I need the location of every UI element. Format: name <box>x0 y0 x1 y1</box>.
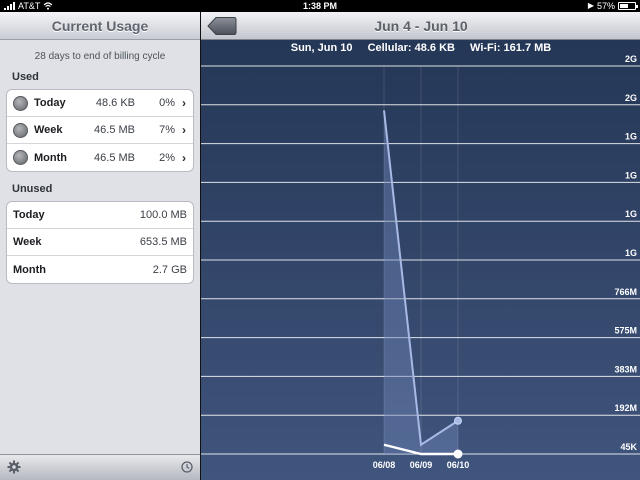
usage-panel-title: Current Usage <box>0 12 200 40</box>
y-tick-label: 766M <box>614 287 637 297</box>
row-label: Today <box>34 97 66 109</box>
y-tick-label: 1G <box>625 248 637 258</box>
wifi-usage: Wi-Fi: 161.7 MB <box>470 42 552 54</box>
y-tick-label: 2G <box>625 93 637 103</box>
used-section-title: Used <box>12 71 39 83</box>
selected-day-info: Sun, Jun 10 Cellular: 48.6 KB Wi-Fi: 161… <box>201 42 640 56</box>
battery-percent: 57% <box>596 1 615 11</box>
used-row-today[interactable]: Today 48.6 KB 0% › <box>7 90 193 117</box>
used-row-week[interactable]: Week 46.5 MB 7% › <box>7 117 193 144</box>
chart-header: Jun 4 - Jun 10 <box>201 12 640 40</box>
clock-time: 1:38 PM <box>302 1 337 11</box>
selected-date: Sun, Jun 10 <box>290 42 353 54</box>
series-point <box>453 449 463 459</box>
x-tick-label: 06/08 <box>373 460 396 470</box>
billing-cycle-note: 28 days to end of billing cycle <box>34 51 166 62</box>
unused-row-month: Month 2.7 GB <box>7 256 193 283</box>
y-tick-label: 45K <box>620 442 637 452</box>
row-label: Month <box>34 151 67 164</box>
chevron-right-icon: › <box>182 150 186 165</box>
x-tick-label: 06/09 <box>410 460 433 470</box>
y-tick-label: 192M <box>614 403 637 413</box>
chevron-right-icon: › <box>182 96 186 110</box>
lock-icon: ▶ <box>587 1 594 10</box>
row-label: Today <box>13 209 45 221</box>
gear-icon[interactable] <box>7 460 21 474</box>
unused-section-title: Unused <box>12 183 53 195</box>
chevron-right-icon: › <box>182 123 186 137</box>
row-percent: 2% <box>159 151 175 164</box>
row-label: Week <box>34 124 63 136</box>
series-point <box>454 416 462 425</box>
row-percent: 7% <box>159 124 175 136</box>
row-value: 100.0 MB <box>139 209 187 221</box>
y-tick-label: 383M <box>614 364 637 374</box>
battery-status: ▶ 57% <box>587 0 638 12</box>
row-value: 46.5 MB <box>94 151 135 164</box>
used-row-month[interactable]: Month 46.5 MB 2% › <box>7 144 193 171</box>
clock-icon[interactable] <box>181 461 193 473</box>
usage-chart: 45K192M383M575M766M1G1G1G1G2G2G06/08 06/0… <box>201 54 640 470</box>
x-tick-label: 06/10 <box>447 460 470 470</box>
chart-panel: 45K 192M 383M 575M 766M 1G 1G 1G 1G 2G 2G 06/08 06/0… <box>200 12 640 480</box>
usage-panel-toolbar <box>0 454 200 480</box>
status-dot-icon <box>13 95 28 111</box>
row-percent: 0% <box>159 97 175 109</box>
row-value: 653.5 MB <box>139 236 187 248</box>
y-tick-label: 1G <box>625 170 637 180</box>
row-value: 46.5 MB <box>94 124 135 136</box>
y-tick-label: 575M <box>614 326 637 336</box>
unused-row-today: Today 100.0 MB <box>7 202 193 229</box>
y-tick-label: 1G <box>625 132 637 142</box>
row-label: Month <box>13 263 46 276</box>
row-value: 48.6 KB <box>95 97 135 109</box>
date-range-title: Jun 4 - Jun 10 <box>374 18 468 34</box>
status-dot-icon <box>13 150 28 165</box>
battery-icon <box>618 2 638 10</box>
usage-panel: Current Usage 28 days to end of billing … <box>0 12 200 480</box>
unused-group: Today 100.0 MB Week 653.5 MB Month 2.7 G… <box>6 201 194 284</box>
used-group: Today 48.6 KB 0% › Week 46.5 MB 7% › Mon… <box>6 89 194 172</box>
y-tick-label: 1G <box>625 209 637 219</box>
status-dot-icon <box>13 122 28 138</box>
row-label: Week <box>13 236 42 248</box>
unused-row-week: Week 653.5 MB <box>7 229 193 256</box>
status-bar: AT&T 1:38 PM ▶ 57% <box>0 0 640 12</box>
cellular-usage: Cellular: 48.6 KB <box>367 42 455 54</box>
row-value: 2.7 GB <box>152 263 187 276</box>
